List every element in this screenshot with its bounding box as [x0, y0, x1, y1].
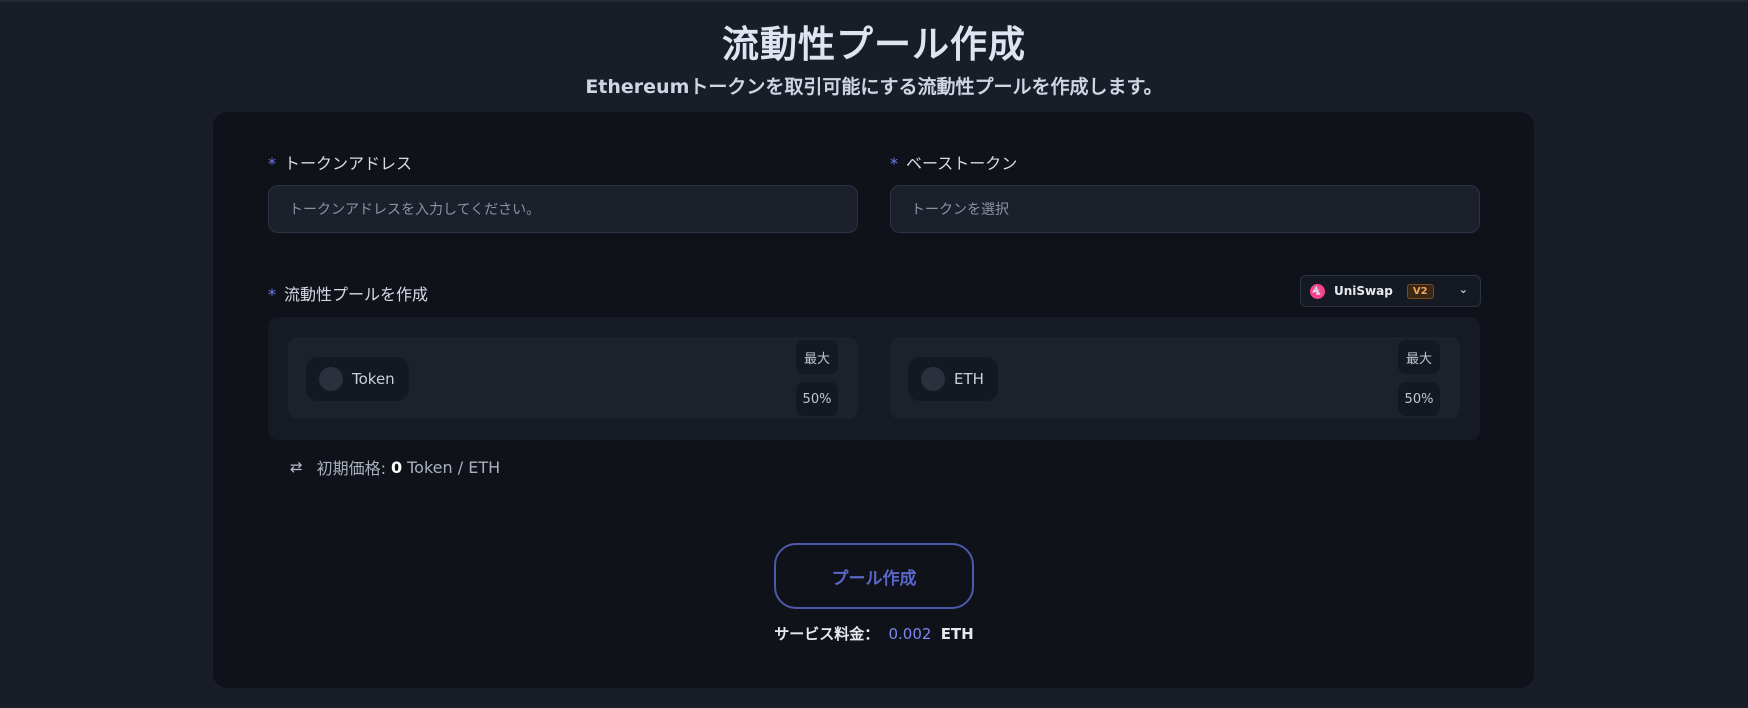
top-divider	[0, 0, 1748, 2]
dex-version-badge: V2	[1406, 283, 1434, 299]
left-max-button[interactable]: 最大	[796, 340, 838, 374]
token-address-input[interactable]: トークンアドレスを入力してください。	[268, 185, 858, 233]
initial-price-label: 初期価格:	[316, 459, 386, 478]
create-pool-button[interactable]: プール作成	[774, 543, 974, 609]
pool-create-label: * 流動性プールを作成	[268, 285, 429, 304]
service-fee: サービス料金： 0.002 ETH	[0, 623, 1748, 644]
eth-placeholder-icon	[921, 367, 945, 391]
token-address-placeholder: トークンアドレスを入力してください。	[289, 202, 541, 218]
page-title: 流動性プール作成	[722, 23, 1026, 66]
chevron-down-icon: ⌄	[1458, 283, 1468, 296]
base-token-label: * ベーストークン	[890, 154, 1018, 173]
token-address-label: * トークンアドレス	[268, 154, 413, 173]
swap-arrows-icon: ⇄	[290, 458, 303, 476]
left-token-panel: Token 最大 50%	[288, 337, 858, 419]
required-mark: *	[268, 154, 276, 173]
initial-price-unit: Token / ETH	[407, 457, 501, 477]
dex-name: UniSwap	[1334, 284, 1393, 298]
service-fee-unit: ETH	[940, 625, 974, 643]
right-max-button[interactable]: 最大	[1398, 340, 1440, 374]
required-mark: *	[890, 154, 898, 173]
left-token-symbol: Token	[352, 370, 395, 388]
right-half-button[interactable]: 50%	[1398, 382, 1440, 416]
base-token-placeholder: トークンを選択	[911, 202, 1009, 218]
dex-select[interactable]: 🦄 UniSwap V2 ⌄	[1300, 275, 1481, 307]
left-half-button[interactable]: 50%	[796, 382, 838, 416]
initial-price-value: 0	[390, 457, 403, 477]
right-token-chip[interactable]: ETH	[908, 357, 998, 401]
initial-price-row: ⇄ 初期価格: 0 Token / ETH	[290, 455, 500, 479]
service-fee-amount: 0.002	[888, 625, 932, 643]
service-fee-label: サービス料金：	[774, 625, 880, 643]
uniswap-logo-icon: 🦄	[1310, 283, 1325, 299]
required-mark: *	[268, 285, 276, 304]
right-token-symbol: ETH	[954, 370, 984, 388]
page-subtitle: Ethereumトークンを取引可能にする流動性プールを作成します。	[585, 76, 1163, 98]
pool-pair-box: Token 最大 50% ETH 最大 50%	[268, 317, 1480, 440]
right-token-panel: ETH 最大 50%	[890, 337, 1460, 419]
left-token-chip[interactable]: Token	[306, 357, 409, 401]
base-token-select[interactable]: トークンを選択	[890, 185, 1480, 233]
token-placeholder-icon	[319, 367, 343, 391]
